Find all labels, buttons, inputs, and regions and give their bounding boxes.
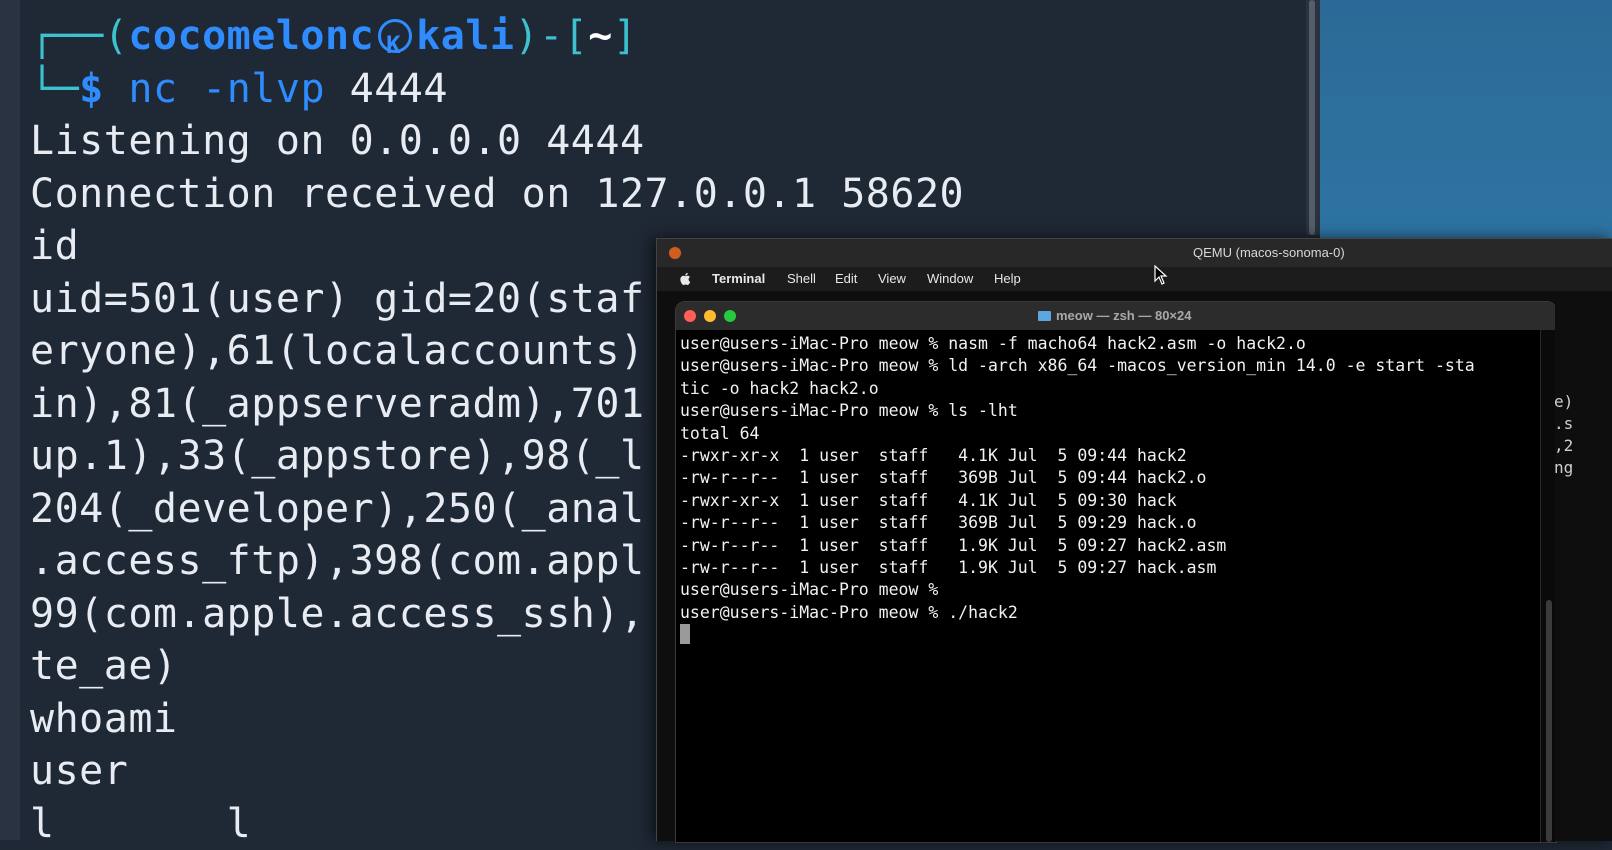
prompt-command: nc <box>128 66 177 112</box>
terminal-line: total 64 <box>680 423 1540 445</box>
background-window-text: .s <box>1554 414 1573 433</box>
qemu-app-icon <box>667 245 683 261</box>
menu-window[interactable]: Window <box>927 271 973 286</box>
close-button[interactable] <box>684 310 696 322</box>
kali-scrollbar-thumb[interactable] <box>1309 0 1315 235</box>
kali-window-edge <box>0 0 20 840</box>
terminal-line: -rw-r--r-- 1 user staff 369B Jul 5 09:29… <box>680 512 1540 534</box>
kali-output-line: Connection received on 127.0.0.1 58620 <box>30 168 964 221</box>
terminal-line: -rw-r--r-- 1 user staff 1.9K Jul 5 09:27… <box>680 557 1540 579</box>
terminal-line: user@users-iMac-Pro meow % ld -arch x86_… <box>680 355 1540 377</box>
folder-icon <box>1038 311 1051 321</box>
menu-help[interactable]: Help <box>994 271 1021 286</box>
zoom-button[interactable] <box>724 310 736 322</box>
mac-background-window <box>1555 291 1612 841</box>
text-cursor <box>680 624 690 644</box>
kali-dragon-icon <box>378 19 412 53</box>
mouse-pointer-icon <box>1154 265 1168 285</box>
mac-menu-bar: Terminal Shell Edit View Window Help <box>657 267 1612 291</box>
terminal-line: user@users-iMac-Pro meow % ls -lht <box>680 400 1540 422</box>
prompt-user: cocomelonc <box>128 13 374 59</box>
qemu-window-title: QEMU (macos-sonoma-0) <box>1193 239 1345 267</box>
kali-prompt-line-1: ┌──(cocomelonckali)-[~] <box>30 10 964 63</box>
background-window-text: ng <box>1554 458 1573 477</box>
apple-logo-icon[interactable] <box>679 272 691 286</box>
kali-scrollbar[interactable] <box>1306 0 1320 235</box>
terminal-line: -rwxr-xr-x 1 user staff 4.1K Jul 5 09:30… <box>680 490 1540 512</box>
terminal-line: tic -o hack2 hack2.o <box>680 378 1540 400</box>
kali-output-line: Listening on 0.0.0.0 4444 <box>30 115 964 168</box>
prompt-host: kali <box>416 13 514 59</box>
prompt-cwd: ~ <box>588 13 613 59</box>
background-window-text: e) <box>1554 392 1573 411</box>
terminal-line: user@users-iMac-Pro meow % nasm -f macho… <box>680 333 1540 355</box>
terminal-line: -rw-r--r-- 1 user staff 369B Jul 5 09:44… <box>680 467 1540 489</box>
mac-terminal-title: meow — zsh — 80×24 <box>1038 302 1191 330</box>
menu-view[interactable]: View <box>878 271 906 286</box>
mac-terminal-window[interactable]: meow — zsh — 80×24 user@users-iMac-Pro m… <box>675 301 1557 843</box>
menu-terminal[interactable]: Terminal <box>712 271 765 286</box>
background-window-text: ,2 <box>1554 436 1573 455</box>
menu-shell[interactable]: Shell <box>787 271 816 286</box>
mac-terminal-titlebar[interactable]: meow — zsh — 80×24 <box>676 302 1556 330</box>
terminal-line: -rwxr-xr-x 1 user staff 4.1K Jul 5 09:44… <box>680 445 1540 467</box>
terminal-line: user@users-iMac-Pro meow % ./hack2 <box>680 602 1540 624</box>
mac-terminal-output[interactable]: user@users-iMac-Pro meow % nasm -f macho… <box>680 333 1540 646</box>
kali-prompt-line-2: └─$ nc -nlvp 4444 <box>30 63 964 116</box>
mac-scrollbar-thumb[interactable] <box>1546 600 1552 842</box>
terminal-cursor-line <box>680 624 1540 646</box>
terminal-line: -rw-r--r-- 1 user staff 1.9K Jul 5 09:27… <box>680 535 1540 557</box>
terminal-line: user@users-iMac-Pro meow % <box>680 579 1540 601</box>
qemu-window[interactable]: QEMU (macos-sonoma-0) Terminal Shell Edi… <box>656 238 1612 841</box>
minimize-button[interactable] <box>704 310 716 322</box>
menu-edit[interactable]: Edit <box>835 271 857 286</box>
qemu-titlebar[interactable]: QEMU (macos-sonoma-0) <box>657 239 1612 267</box>
